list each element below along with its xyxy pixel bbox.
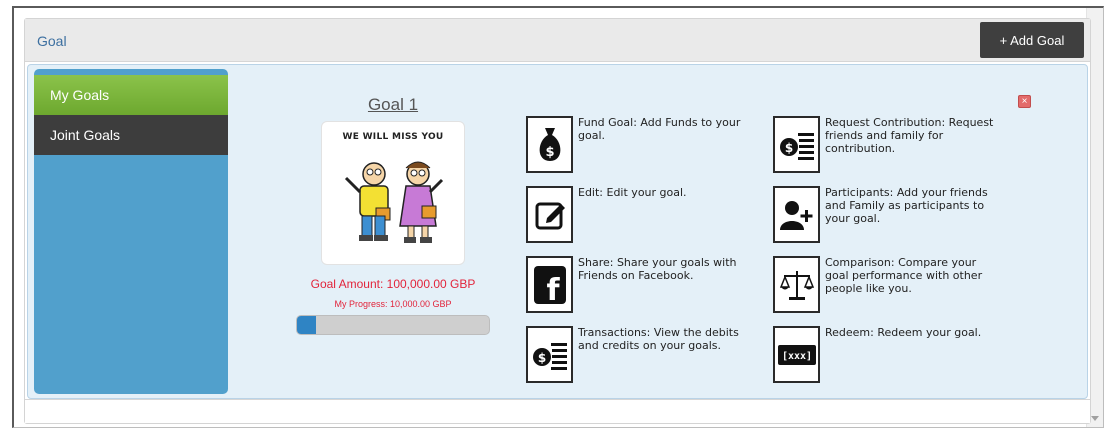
svg-text:[xxx]: [xxx] bbox=[781, 351, 811, 362]
participants-action[interactable]: Participants: Add your friends and Famil… bbox=[773, 186, 1001, 246]
edit-action[interactable]: Edit: Edit your goal. bbox=[526, 186, 754, 246]
redeem-text: Redeem: Redeem your goal. bbox=[825, 326, 982, 339]
goal-panel: Goal + Add Goal My Goals Joint Goals Goa… bbox=[24, 18, 1091, 424]
svg-text:$: $ bbox=[784, 141, 792, 155]
add-goal-button[interactable]: + Add Goal bbox=[980, 22, 1084, 58]
share-action[interactable]: f Share: Share your goals with Friends o… bbox=[526, 256, 754, 316]
scroll-down-arrow-icon[interactable] bbox=[1091, 416, 1099, 421]
close-icon[interactable]: × bbox=[1018, 95, 1031, 108]
panel-title: Goal bbox=[37, 33, 67, 49]
request-contribution-text: Request Contribution: Request friends an… bbox=[825, 116, 994, 155]
scales-icon bbox=[773, 256, 820, 313]
comparison-text: Comparison: Compare your goal performanc… bbox=[825, 256, 983, 295]
add-participant-icon bbox=[773, 186, 820, 243]
goal-card: Goal 1 WE WILL MISS YOU Goal Amount: 100… bbox=[288, 95, 498, 335]
participants-text: Participants: Add your friends and Famil… bbox=[825, 186, 988, 225]
share-text: Share: Share your goals with Friends on … bbox=[578, 256, 737, 282]
sidebar-item-joint-goals[interactable]: Joint Goals bbox=[34, 115, 228, 155]
goal-progress-label: My Progress: 10,000.00 GBP bbox=[334, 299, 452, 309]
request-contribution-icon: $ bbox=[773, 116, 820, 173]
goal-image[interactable]: WE WILL MISS YOU bbox=[321, 121, 465, 265]
svg-text:$: $ bbox=[537, 351, 545, 365]
facebook-icon: f bbox=[526, 256, 573, 313]
page-frame: Goal + Add Goal My Goals Joint Goals Goa… bbox=[12, 6, 1104, 428]
redeem-action[interactable]: [xxx] Redeem: Redeem your goal. bbox=[773, 326, 1001, 386]
panel-body: My Goals Joint Goals Goal 1 WE WILL MISS… bbox=[27, 64, 1088, 399]
edit-icon bbox=[526, 186, 573, 243]
transactions-action[interactable]: $ Transactions: View the debits and cred… bbox=[526, 326, 754, 386]
money-bag-icon: $ bbox=[526, 116, 573, 173]
fund-goal-text: Fund Goal: Add Funds to your goal. bbox=[578, 116, 741, 142]
sidebar-item-my-goals[interactable]: My Goals bbox=[34, 75, 228, 115]
goals-sidebar: My Goals Joint Goals bbox=[34, 69, 228, 394]
svg-text:f: f bbox=[546, 273, 560, 306]
goal-progress-bar bbox=[296, 315, 490, 335]
cartoon-kids-illustration bbox=[344, 161, 444, 243]
svg-text:$: $ bbox=[545, 145, 554, 160]
comparison-action[interactable]: Comparison: Compare your goal performanc… bbox=[773, 256, 1001, 316]
goal-progress-fill bbox=[297, 316, 317, 334]
edit-text: Edit: Edit your goal. bbox=[578, 186, 687, 199]
panel-footer bbox=[25, 399, 1090, 423]
request-contribution-action[interactable]: $ Request Contribution: Request friends … bbox=[773, 116, 1001, 176]
fund-goal-action[interactable]: $ Fund Goal: Add Funds to your goal. bbox=[526, 116, 754, 176]
transactions-text: Transactions: View the debits and credit… bbox=[578, 326, 739, 352]
redeem-icon: [xxx] bbox=[773, 326, 820, 383]
goal-amount: Goal Amount: 100,000.00 GBP bbox=[310, 277, 476, 291]
goal-name-link[interactable]: Goal 1 bbox=[288, 95, 498, 115]
panel-header: Goal + Add Goal bbox=[25, 19, 1090, 62]
transactions-icon: $ bbox=[526, 326, 573, 383]
